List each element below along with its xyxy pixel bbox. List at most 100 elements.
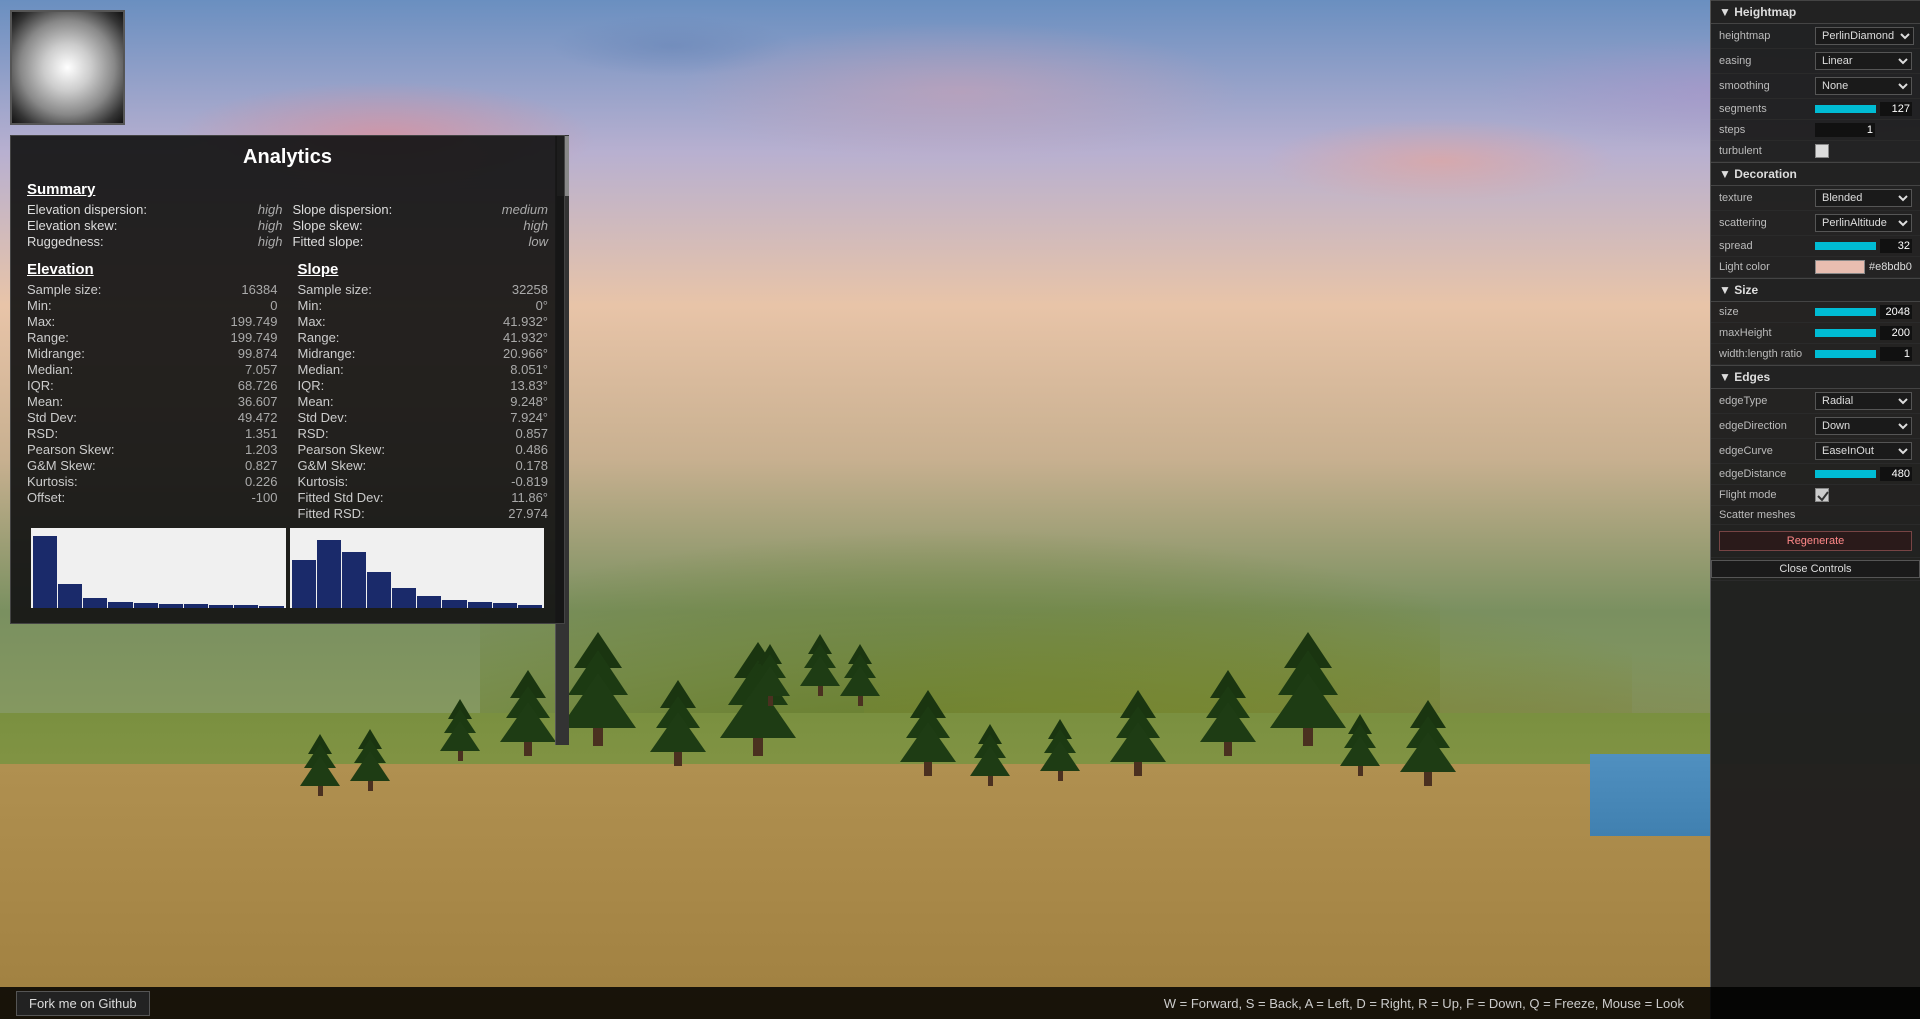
elev-max: Max: 199.749 <box>27 314 278 329</box>
slope-sample-size: Sample size: 32258 <box>298 282 549 297</box>
size-value[interactable] <box>1880 305 1912 319</box>
flight-mode-checkbox[interactable] <box>1815 488 1829 502</box>
size-label: size <box>1719 306 1809 318</box>
edge-type-select[interactable]: Radial <box>1815 392 1912 410</box>
scatter-meshes-label: Scatter meshes <box>1719 509 1809 521</box>
elev-mean: Mean: 36.607 <box>27 394 278 409</box>
keybindings-text: W = Forward, S = Back, A = Left, D = Rig… <box>1164 996 1684 1011</box>
smoothing-label: smoothing <box>1719 80 1809 92</box>
size-row: size <box>1711 302 1920 323</box>
edges-section-header[interactable]: ▼ Edges <box>1711 365 1920 389</box>
scattering-select[interactable]: PerlinAltitude <box>1815 214 1912 232</box>
flight-mode-row: Flight mode <box>1711 485 1920 506</box>
edge-type-label: edgeType <box>1719 395 1809 407</box>
analytics-panel: Analytics Summary Elevation dispersion: … <box>10 135 565 624</box>
heightmap-select[interactable]: PerlinDiamond <box>1815 27 1914 45</box>
regenerate-button[interactable]: Regenerate <box>1719 531 1912 551</box>
light-color-row: Light color #e8bdb0 <box>1711 257 1920 278</box>
slope-median: Median: 8.051° <box>298 362 549 377</box>
scatter-meshes-row: Scatter meshes <box>1711 506 1920 525</box>
smoothing-select[interactable]: None <box>1815 77 1912 95</box>
heightmap-section: ▼ Heightmap heightmap PerlinDiamond easi… <box>1711 0 1920 162</box>
spread-label: spread <box>1719 240 1809 252</box>
turbulent-row: turbulent <box>1711 141 1920 162</box>
elev-offset: Offset: -100 <box>27 490 278 505</box>
summary-item-fitted-slope: Fitted slope: low <box>293 234 549 249</box>
slope-chart <box>290 528 545 608</box>
slope-std-dev: Std Dev: 7.924° <box>298 410 549 425</box>
heightmap-row: heightmap PerlinDiamond <box>1711 24 1920 49</box>
elev-min: Min: 0 <box>27 298 278 313</box>
easing-label: easing <box>1719 55 1809 67</box>
close-controls-button[interactable]: Close Controls <box>1711 560 1920 578</box>
elev-range: Range: 199.749 <box>27 330 278 345</box>
edge-distance-slider[interactable] <box>1815 470 1876 478</box>
elev-kurtosis: Kurtosis: 0.226 <box>27 474 278 489</box>
edge-distance-value[interactable] <box>1880 467 1912 481</box>
turbulent-checkbox[interactable] <box>1815 144 1829 158</box>
close-controls-row: Close Controls <box>1711 558 1920 581</box>
heightmap-label: heightmap <box>1719 30 1809 42</box>
edge-direction-select[interactable]: Down <box>1815 417 1912 435</box>
slope-iqr: IQR: 13.83° <box>298 378 549 393</box>
heightmap-section-header[interactable]: ▼ Heightmap <box>1711 0 1920 24</box>
slope-pearson-skew: Pearson Skew: 0.486 <box>298 442 549 457</box>
slope-midrange: Midrange: 20.966° <box>298 346 549 361</box>
summary-header: Summary <box>27 181 548 198</box>
segments-value[interactable] <box>1880 102 1912 116</box>
elev-midrange: Midrange: 99.874 <box>27 346 278 361</box>
size-section-header[interactable]: ▼ Size <box>1711 278 1920 302</box>
max-height-slider[interactable] <box>1815 329 1876 337</box>
max-height-label: maxHeight <box>1719 327 1809 339</box>
width-length-label: width:length ratio <box>1719 348 1809 360</box>
slope-mean: Mean: 9.248° <box>298 394 549 409</box>
width-length-value[interactable] <box>1880 347 1912 361</box>
slope-header: Slope <box>298 261 549 278</box>
edge-curve-row: edgeCurve EaseInOut <box>1711 439 1920 464</box>
easing-row: easing Linear <box>1711 49 1920 74</box>
elev-sample-size: Sample size: 16384 <box>27 282 278 297</box>
decoration-section-header[interactable]: ▼ Decoration <box>1711 162 1920 186</box>
stats-columns: Elevation Sample size: 16384 Min: 0 Max:… <box>27 261 548 522</box>
decoration-section: ▼ Decoration texture Blended scattering … <box>1711 162 1920 278</box>
size-section: ▼ Size size maxHeight width:length ratio <box>1711 278 1920 365</box>
max-height-value[interactable] <box>1880 326 1912 340</box>
easing-select[interactable]: Linear <box>1815 52 1912 70</box>
slope-rsd: RSD: 0.857 <box>298 426 549 441</box>
elev-rsd: RSD: 1.351 <box>27 426 278 441</box>
steps-label: steps <box>1719 124 1809 136</box>
elev-iqr: IQR: 68.726 <box>27 378 278 393</box>
light-color-value: #e8bdb0 <box>1869 261 1912 273</box>
slope-kurtosis: Kurtosis: -0.819 <box>298 474 549 489</box>
spread-value[interactable] <box>1880 239 1912 253</box>
flight-mode-label: Flight mode <box>1719 489 1809 501</box>
edge-curve-select[interactable]: EaseInOut <box>1815 442 1912 460</box>
scattering-row: scattering PerlinAltitude <box>1711 211 1920 236</box>
segments-slider[interactable] <box>1815 105 1876 113</box>
segments-label: segments <box>1719 103 1809 115</box>
width-length-row: width:length ratio <box>1711 344 1920 365</box>
turbulent-label: turbulent <box>1719 145 1809 157</box>
summary-item-slope-dispersion: Slope dispersion: medium <box>293 202 549 217</box>
slope-column: Slope Sample size: 32258 Min: 0° Max: 41… <box>298 261 549 522</box>
elevation-header: Elevation <box>27 261 278 278</box>
smoothing-row: smoothing None <box>1711 74 1920 99</box>
elevation-column: Elevation Sample size: 16384 Min: 0 Max:… <box>27 261 278 522</box>
slope-fitted-std-dev: Fitted Std Dev: 11.86° <box>298 490 549 505</box>
scattering-label: scattering <box>1719 217 1809 229</box>
edge-direction-label: edgeDirection <box>1719 420 1809 432</box>
elev-pearson-skew: Pearson Skew: 1.203 <box>27 442 278 457</box>
fork-github-button[interactable]: Fork me on Github <box>16 991 150 1016</box>
size-slider[interactable] <box>1815 308 1876 316</box>
texture-select[interactable]: Blended <box>1815 189 1912 207</box>
slope-range: Range: 41.932° <box>298 330 549 345</box>
steps-value[interactable] <box>1815 123 1875 137</box>
slope-fitted-rsd: Fitted RSD: 27.974 <box>298 506 549 521</box>
bottom-bar: Fork me on Github W = Forward, S = Back,… <box>0 987 1920 1019</box>
summary-item-elevation-skew: Elevation skew: high <box>27 218 283 233</box>
width-length-slider[interactable] <box>1815 350 1876 358</box>
texture-row: texture Blended <box>1711 186 1920 211</box>
spread-slider[interactable] <box>1815 242 1876 250</box>
elev-gm-skew: G&M Skew: 0.827 <box>27 458 278 473</box>
light-color-swatch[interactable] <box>1815 260 1865 274</box>
